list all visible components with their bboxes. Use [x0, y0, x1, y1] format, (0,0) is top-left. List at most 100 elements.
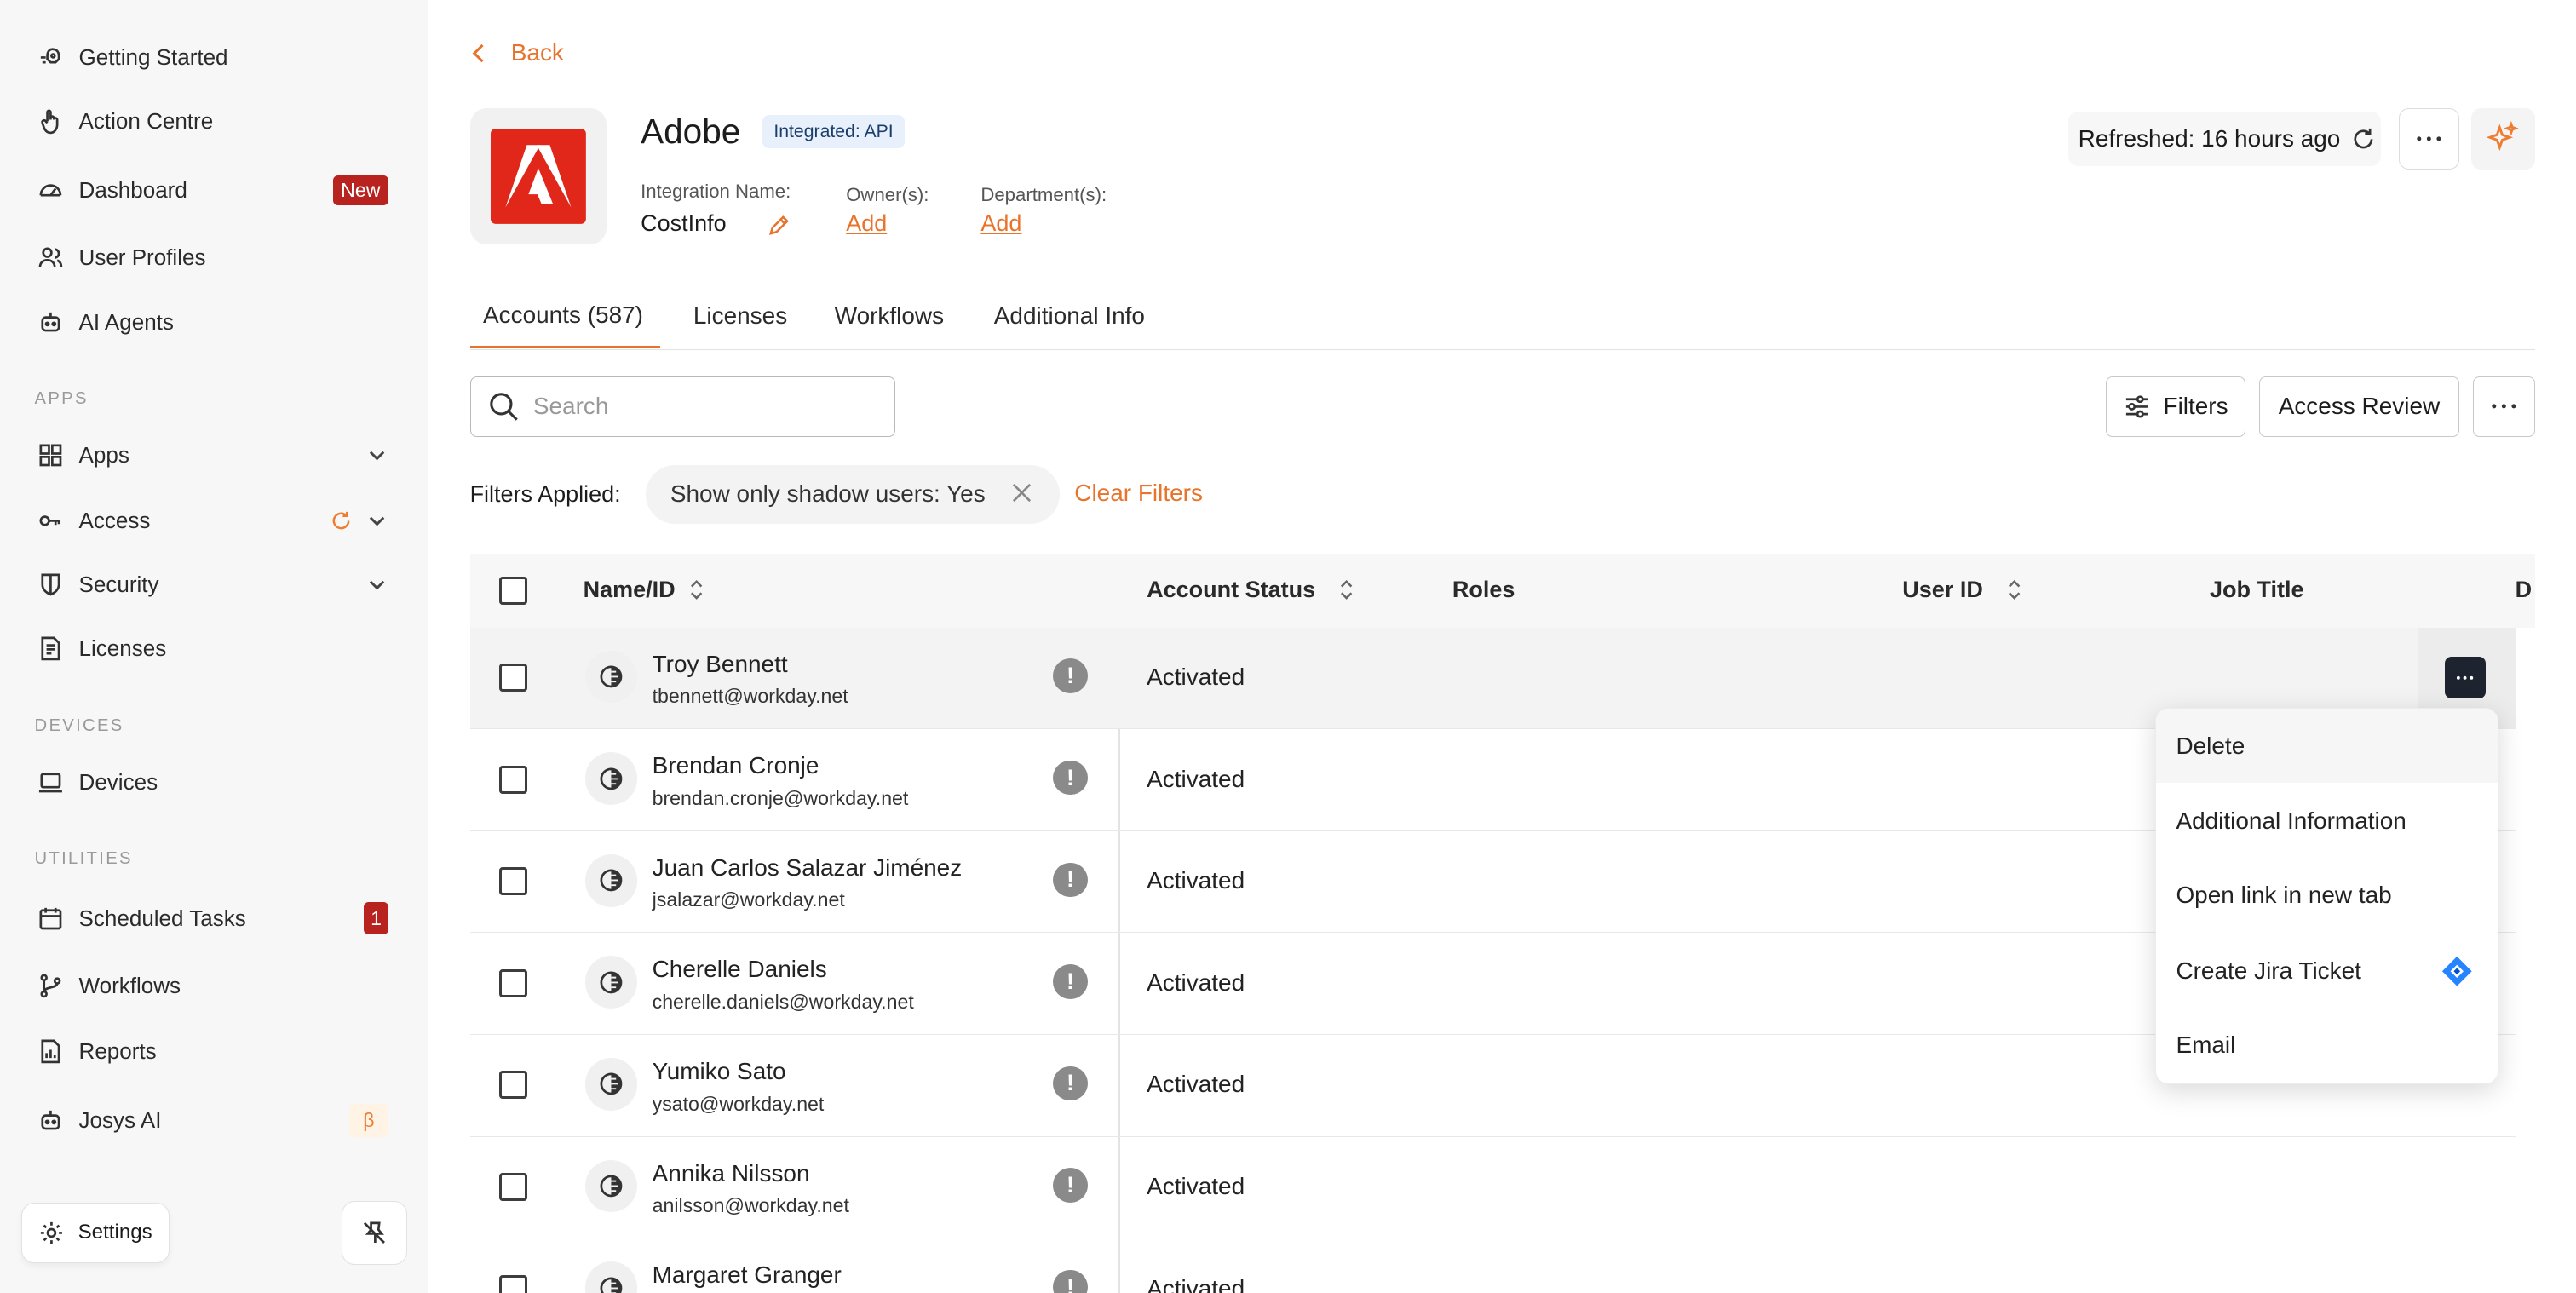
warning-icon: ! — [1053, 1168, 1088, 1203]
integration-name-label: Integration Name: — [641, 181, 791, 203]
add-department-link[interactable]: Add — [980, 210, 1021, 237]
half-circle-icon — [600, 1175, 623, 1198]
row-checkbox[interactable] — [499, 1274, 528, 1293]
account-name[interactable]: Cherelle Daniels — [653, 956, 827, 983]
pencil-icon[interactable] — [768, 214, 791, 237]
sidebar-item-josys-ai[interactable]: Josys AI β — [36, 1100, 389, 1140]
row-checkbox[interactable] — [499, 867, 528, 896]
chevron-down-icon[interactable] — [365, 573, 388, 596]
menu-item-additional-information[interactable]: Additional Information — [2156, 784, 2498, 859]
sidebar-item-action-centre[interactable]: Action Centre — [36, 102, 388, 141]
account-name[interactable]: Annika Nilsson — [653, 1160, 810, 1187]
row-checkbox[interactable] — [499, 1071, 528, 1100]
row-context-menu: Delete Additional Information Open link … — [2155, 708, 2499, 1084]
sidebar-item-apps[interactable]: Apps — [36, 435, 388, 474]
warning-icon: ! — [1053, 658, 1088, 693]
settings-button[interactable]: Settings — [21, 1202, 170, 1264]
sidebar-item-scheduled-tasks[interactable]: Scheduled Tasks 1 — [36, 899, 389, 938]
column-user-id[interactable]: User ID — [1902, 577, 2022, 603]
menu-item-open-link-new-tab[interactable]: Open link in new tab — [2156, 859, 2498, 933]
sidebar-item-label: Apps — [78, 441, 129, 468]
search-input[interactable] — [532, 393, 862, 421]
row-checkbox[interactable] — [499, 968, 528, 997]
tab-accounts[interactable]: Accounts (587) — [469, 284, 661, 348]
laptop-icon — [36, 767, 66, 797]
column-name-id[interactable]: Name/ID — [584, 577, 705, 603]
close-icon[interactable] — [1010, 481, 1033, 504]
account-email: cherelle.daniels@workday.net — [652, 990, 914, 1013]
filter-chip-label: Show only shadow users: Yes — [670, 480, 986, 508]
account-status: Activated — [1147, 664, 1245, 691]
filters-button[interactable]: Filters — [2106, 376, 2246, 437]
column-truncated: D — [2516, 577, 2533, 603]
sidebar-item-reports[interactable]: Reports — [36, 1032, 388, 1071]
sidebar-item-ai-agents[interactable]: AI Agents — [36, 302, 388, 342]
sliders-icon — [2124, 394, 2150, 420]
access-review-button[interactable]: Access Review — [2258, 376, 2460, 437]
refresh-icon[interactable] — [2350, 126, 2377, 152]
sort-icon[interactable] — [688, 577, 704, 603]
tab-additional-info[interactable]: Additional Info — [994, 284, 1145, 348]
sidebar-item-getting-started[interactable]: Getting Started — [36, 37, 388, 77]
tab-licenses[interactable]: Licenses — [693, 284, 787, 348]
chevron-down-icon[interactable] — [365, 509, 388, 532]
back-label: Back — [510, 39, 564, 66]
sidebar-item-label: User Profiles — [78, 244, 206, 271]
sidebar-item-dashboard[interactable]: Dashboard New — [36, 171, 389, 210]
account-name[interactable]: Juan Carlos Salazar Jiménez — [653, 854, 963, 882]
chevron-down-icon[interactable] — [365, 444, 388, 467]
sidebar-item-label: Reports — [78, 1037, 157, 1064]
account-name[interactable]: Margaret Granger — [653, 1261, 842, 1289]
more-options-button[interactable] — [2398, 108, 2460, 170]
row-checkbox[interactable] — [499, 765, 528, 794]
sidebar-item-access[interactable]: Access — [36, 501, 388, 540]
sidebar-item-security[interactable]: Security — [36, 565, 388, 604]
refresh-status[interactable]: Refreshed: 16 hours ago — [2068, 112, 2381, 166]
avatar — [584, 853, 638, 907]
account-name[interactable]: Yumiko Sato — [653, 1058, 786, 1085]
unpin-icon — [361, 1220, 388, 1246]
table-row[interactable]: Margaret Granger! Activated — [470, 1238, 2516, 1293]
clear-filters-link[interactable]: Clear Filters — [1074, 480, 1203, 507]
sync-status-icon — [330, 509, 353, 532]
users-icon — [36, 243, 66, 273]
account-email: brendan.cronje@workday.net — [652, 786, 909, 809]
table-row[interactable]: Annika Nilsson anilsson@workday.net! Activ… — [469, 1137, 2516, 1239]
account-name[interactable]: Troy Bennett — [653, 651, 788, 678]
avatar — [584, 1058, 638, 1111]
menu-item-email[interactable]: Email — [2156, 1008, 2498, 1082]
menu-item-create-jira-ticket[interactable]: Create Jira Ticket — [2156, 934, 2498, 1008]
sidebar-item-workflows[interactable]: Workflows — [36, 966, 388, 1005]
sidebar-item-devices[interactable]: Devices — [36, 762, 388, 802]
tab-workflows[interactable]: Workflows — [835, 284, 944, 348]
settings-label: Settings — [78, 1221, 152, 1244]
jira-icon — [2441, 955, 2474, 988]
ai-assistant-button[interactable] — [2470, 108, 2535, 170]
column-label: Name/ID — [583, 576, 676, 602]
column-account-status[interactable]: Account Status — [1147, 577, 1354, 603]
main-content: Back Adobe Integrated: API Integration N… — [430, 0, 2576, 1293]
sort-icon[interactable] — [1338, 577, 1354, 603]
row-checkbox[interactable] — [499, 1173, 528, 1201]
sidebar-item-licenses[interactable]: Licenses — [36, 629, 388, 669]
account-name[interactable]: Brendan Cronje — [653, 752, 819, 779]
unpin-sidebar-button[interactable] — [342, 1200, 408, 1265]
beta-badge: β — [348, 1104, 389, 1137]
row-checkbox[interactable] — [499, 664, 528, 692]
row-actions-button[interactable] — [2444, 657, 2486, 698]
menu-item-delete[interactable]: Delete — [2156, 709, 2498, 783]
app-logo — [469, 108, 607, 245]
table-more-button[interactable] — [2472, 376, 2535, 437]
select-all-checkbox[interactable] — [499, 576, 528, 605]
account-status: Activated — [1147, 765, 1245, 792]
sidebar-item-label: Licenses — [78, 635, 167, 662]
sidebar-item-label: Getting Started — [78, 43, 228, 70]
back-link[interactable]: Back — [471, 39, 564, 66]
add-owner-link[interactable]: Add — [846, 210, 887, 237]
sidebar-item-user-profiles[interactable]: User Profiles — [36, 238, 388, 278]
half-circle-icon — [600, 1072, 623, 1095]
sidebar-item-label: Scheduled Tasks — [78, 905, 246, 931]
sort-icon[interactable] — [2006, 577, 2022, 603]
half-circle-icon — [600, 665, 623, 688]
sparkle-icon — [2485, 120, 2521, 157]
